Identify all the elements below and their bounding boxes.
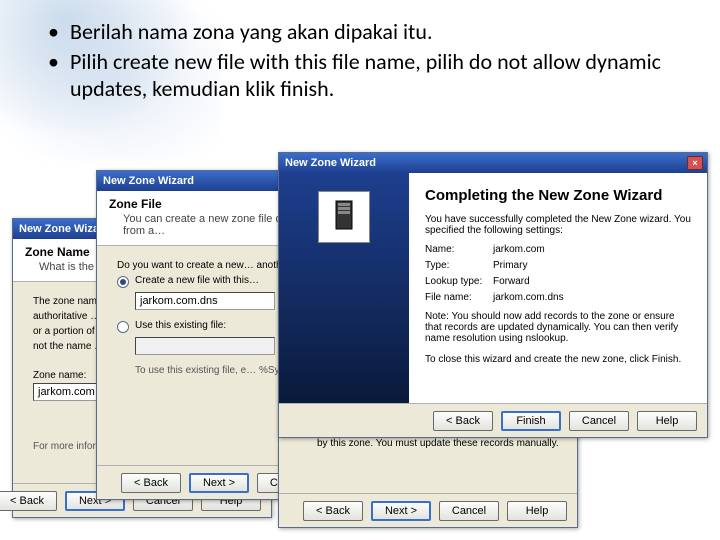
summary-filename: File name:jarkom.com.dns (425, 292, 691, 303)
close-icon[interactable]: × (687, 156, 703, 170)
back-button[interactable]: < Back (303, 501, 363, 521)
cancel-button[interactable]: Cancel (439, 501, 499, 521)
bullet-2: Pilih create new file with this file nam… (70, 48, 680, 103)
summary-type: Type:Primary (425, 260, 691, 271)
slide-bullets: •Berilah nama zona yang akan dipakai itu… (48, 18, 680, 105)
back-button[interactable]: < Back (121, 473, 181, 493)
back-button[interactable]: < Back (433, 411, 493, 431)
help-button[interactable]: Help (637, 411, 697, 431)
summary-name: Name:jarkom.com (425, 244, 691, 255)
wizard-sidebar (279, 173, 409, 403)
summary-lookup: Lookup type:Forward (425, 276, 691, 287)
completing-title: Completing the New Zone Wizard (425, 187, 691, 204)
bullet-1: Berilah nama zona yang akan dipakai itu. (70, 18, 680, 46)
radio-icon (117, 276, 129, 288)
completing-close: To close this wizard and create the new … (425, 354, 691, 365)
completing-intro: You have successfully completed the New … (425, 214, 691, 236)
existing-file-input (135, 337, 275, 355)
new-file-input[interactable]: jarkom.com.dns (135, 292, 275, 310)
radio-icon (117, 321, 129, 333)
next-button[interactable]: Next > (189, 473, 249, 493)
cancel-button[interactable]: Cancel (569, 411, 629, 431)
server-icon (318, 191, 370, 243)
titlebar-text: New Zone Wizard (285, 157, 687, 169)
wizard-completing: New Zone Wizard × Completing the New Zon… (278, 152, 708, 438)
back-button[interactable]: < Back (0, 491, 57, 511)
help-button[interactable]: Help (507, 501, 567, 521)
next-button[interactable]: Next > (371, 501, 431, 521)
finish-button[interactable]: Finish (501, 411, 561, 431)
completing-note: Note: You should now add records to the … (425, 311, 691, 344)
